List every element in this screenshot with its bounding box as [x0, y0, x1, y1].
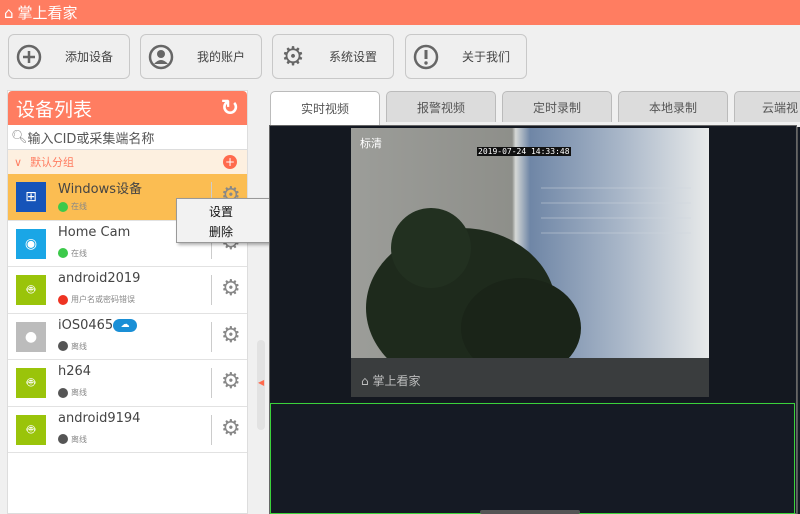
- group-default[interactable]: ∨ 默认分组 +: [8, 150, 247, 174]
- add-device-button[interactable]: 添加设备: [8, 34, 130, 79]
- video-cell-2[interactable]: [270, 403, 795, 514]
- tab-local-recording[interactable]: 本地录制: [618, 91, 728, 122]
- device-status: 离线: [71, 434, 87, 444]
- status-dot-icon: [58, 294, 68, 305]
- device-status: 在线: [71, 248, 87, 258]
- gear-icon[interactable]: ⚙: [221, 416, 241, 441]
- device-list-panel: 设备列表 ↻ 🔍︎ 输入CID或采集端名称 ∨ 默认分组 + ⊞ Windows设备 在…: [7, 90, 248, 514]
- tab-cloud-video[interactable]: 云端视: [734, 91, 800, 122]
- button-label: 系统设置: [329, 50, 378, 64]
- device-name: iOS0465: [58, 317, 114, 333]
- gear-icon[interactable]: ⚙: [221, 370, 241, 394]
- button-label: 添加设备: [65, 50, 114, 64]
- divider: [211, 321, 212, 352]
- account-icon: [147, 43, 175, 71]
- device-status: 离线: [71, 341, 87, 351]
- device-item[interactable]: 🤖︎ h264 离线 ⚙: [8, 360, 247, 407]
- cloud-badge-icon: ☁: [113, 318, 137, 332]
- gear-icon[interactable]: ⚙: [221, 323, 241, 348]
- status-dot-icon: [58, 387, 68, 398]
- device-type-icon: 🤖︎: [16, 368, 46, 398]
- device-name: Home Cam: [58, 224, 131, 240]
- refresh-icon[interactable]: ↻: [221, 96, 239, 121]
- app-logo-icon: ⌂: [4, 3, 14, 22]
- tab-alarm-video[interactable]: 报警视频: [386, 91, 496, 122]
- device-item[interactable]: ● iOS0465 ☁ 离线 ⚙: [8, 314, 247, 360]
- status-dot-icon: [58, 201, 68, 212]
- device-type-icon: ⊞: [16, 182, 46, 212]
- button-label: 关于我们: [462, 50, 511, 64]
- add-circle-icon: [15, 43, 43, 71]
- device-status: 在线: [71, 202, 87, 211]
- search-placeholder: 输入CID或采集端名称: [27, 131, 155, 147]
- about-us-button[interactable]: 关于我们: [405, 34, 527, 79]
- system-settings-button[interactable]: ⚙ 系统设置: [272, 34, 394, 79]
- tab-scheduled-recording[interactable]: 定时录制: [502, 91, 612, 122]
- collapse-sidebar-handle[interactable]: ◀: [257, 340, 265, 430]
- status-dot-icon: [58, 341, 68, 351]
- my-account-button[interactable]: 我的账户: [140, 34, 262, 79]
- divider: [211, 275, 212, 305]
- menu-item-settings[interactable]: 设置: [209, 203, 233, 220]
- watermark-text: 掌上看家: [372, 374, 421, 388]
- divider: [211, 368, 212, 398]
- context-menu: 设置 删除: [176, 198, 283, 243]
- device-status: 用户名或密码错误: [71, 295, 135, 304]
- quality-label[interactable]: 标清: [360, 135, 382, 151]
- chevron-down-icon: ∨: [14, 155, 23, 169]
- app-title: 掌上看家: [17, 4, 78, 22]
- search-input[interactable]: 🔍︎ 输入CID或采集端名称: [8, 125, 247, 150]
- button-label: 我的账户: [197, 50, 246, 64]
- info-icon: [412, 43, 440, 71]
- device-name: Windows设备: [58, 182, 143, 197]
- device-type-icon: ◉: [16, 228, 46, 259]
- device-item[interactable]: 🤖︎ android2019 用户名或密码错误 ⚙: [8, 267, 247, 314]
- timestamp: 2019-07-24 14:33:48: [477, 147, 571, 156]
- gear-icon: ⚙: [281, 41, 305, 72]
- device-item[interactable]: 🤖︎ android9194 离线 ⚙: [8, 407, 247, 453]
- device-name: android2019: [58, 271, 141, 286]
- add-icon[interactable]: +: [223, 155, 237, 169]
- plant-image: [351, 187, 709, 397]
- device-name: h264: [58, 364, 92, 379]
- device-name: android9194: [58, 410, 141, 426]
- device-type-icon: 🤖︎: [16, 414, 46, 445]
- collapse-arrow-icon: ◀: [258, 378, 265, 387]
- device-status: 离线: [71, 388, 87, 397]
- watermark: ⌂ 掌上看家: [361, 374, 421, 388]
- group-label: 默认分组: [30, 156, 75, 169]
- menu-item-delete[interactable]: 删除: [209, 223, 233, 240]
- device-type-icon: 🤖︎: [16, 275, 46, 305]
- camera-feed[interactable]: 标清 2019-07-24 14:33:48 ⌂ 掌上看家: [351, 128, 709, 397]
- status-dot-icon: [58, 248, 68, 258]
- device-list-title: 设备列表: [16, 98, 93, 121]
- divider: [211, 414, 212, 445]
- gear-icon[interactable]: ⚙: [221, 277, 241, 301]
- title-bar: ⌂ 掌上看家: [0, 0, 800, 25]
- search-icon: 🔍︎: [11, 129, 28, 145]
- tab-live-video[interactable]: 实时视频: [270, 91, 380, 125]
- device-list-header: 设备列表 ↻: [8, 91, 247, 125]
- status-dot-icon: [58, 434, 68, 444]
- device-type-icon: ●: [16, 321, 46, 352]
- scrollbar[interactable]: [480, 510, 580, 514]
